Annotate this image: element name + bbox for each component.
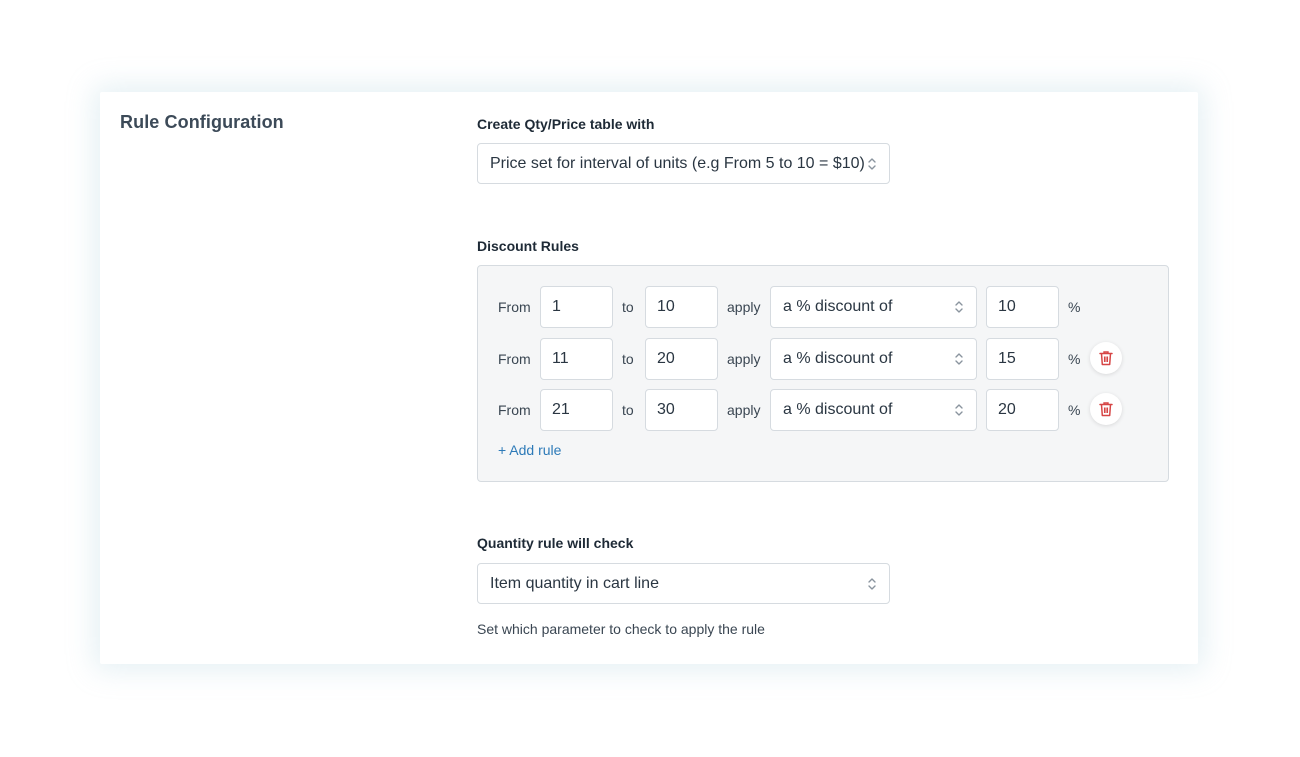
apply-label: apply bbox=[727, 402, 761, 418]
chevron-up-down-icon bbox=[955, 301, 963, 313]
percent-unit: % bbox=[1068, 299, 1081, 315]
percent-unit: % bbox=[1068, 351, 1081, 367]
from-quantity-input[interactable]: 11 bbox=[540, 338, 613, 380]
table-type-label: Create Qty/Price table with bbox=[477, 116, 655, 132]
to-label: to bbox=[622, 299, 634, 315]
discount-rules-panel: From 1 to 10 apply a % discount of 10% From 11 to… bbox=[477, 265, 1169, 482]
discount-amount-input[interactable]: 15 bbox=[986, 338, 1059, 380]
chevron-up-down-icon bbox=[868, 157, 876, 170]
trash-icon bbox=[1099, 351, 1113, 366]
chevron-up-down-icon bbox=[955, 353, 963, 365]
delete-rule-button[interactable] bbox=[1090, 393, 1122, 425]
quantity-check-label: Quantity rule will check bbox=[477, 535, 634, 551]
add-rule-link[interactable]: + Add rule bbox=[498, 442, 561, 458]
quantity-check-value: Item quantity in cart line bbox=[490, 574, 659, 592]
to-quantity-input[interactable]: 30 bbox=[645, 389, 718, 431]
from-quantity-input[interactable]: 1 bbox=[540, 286, 613, 328]
discount-type-select[interactable]: a % discount of bbox=[770, 389, 977, 431]
from-quantity-input[interactable]: 21 bbox=[540, 389, 613, 431]
from-label: From bbox=[498, 402, 531, 418]
from-label: From bbox=[498, 351, 531, 367]
from-label: From bbox=[498, 299, 531, 315]
discount-type-select[interactable]: a % discount of bbox=[770, 338, 977, 380]
discount-rule-row: From 1 to 10 apply a % discount of 10% bbox=[478, 286, 1168, 328]
section-title: Rule Configuration bbox=[120, 112, 284, 132]
to-quantity-input[interactable]: 10 bbox=[645, 286, 718, 328]
table-type-select[interactable]: Price set for interval of units (e.g Fro… bbox=[477, 143, 890, 184]
chevron-up-down-icon bbox=[955, 404, 963, 416]
apply-label: apply bbox=[727, 351, 761, 367]
percent-unit: % bbox=[1068, 402, 1081, 418]
to-label: to bbox=[622, 402, 634, 418]
quantity-check-select[interactable]: Item quantity in cart line bbox=[477, 563, 890, 604]
quantity-check-help: Set which parameter to check to apply th… bbox=[477, 621, 765, 637]
chevron-up-down-icon bbox=[868, 577, 876, 590]
rule-configuration-card: Rule Configuration Create Qty/Price tabl… bbox=[100, 92, 1198, 664]
discount-rule-row: From 21 to 30 apply a % discount of 20% bbox=[478, 389, 1168, 431]
to-label: to bbox=[622, 351, 634, 367]
delete-rule-button[interactable] bbox=[1090, 342, 1122, 374]
discount-amount-input[interactable]: 10 bbox=[986, 286, 1059, 328]
discount-rule-row: From 11 to 20 apply a % discount of 15% bbox=[478, 338, 1168, 380]
discount-amount-input[interactable]: 20 bbox=[986, 389, 1059, 431]
discount-type-value: a % discount of bbox=[783, 401, 893, 418]
apply-label: apply bbox=[727, 299, 761, 315]
table-type-value: Price set for interval of units (e.g Fro… bbox=[490, 154, 865, 172]
discount-type-value: a % discount of bbox=[783, 350, 893, 367]
discount-type-value: a % discount of bbox=[783, 298, 893, 315]
discount-type-select[interactable]: a % discount of bbox=[770, 286, 977, 328]
trash-icon bbox=[1099, 402, 1113, 417]
discount-rules-label: Discount Rules bbox=[477, 238, 579, 254]
to-quantity-input[interactable]: 20 bbox=[645, 338, 718, 380]
